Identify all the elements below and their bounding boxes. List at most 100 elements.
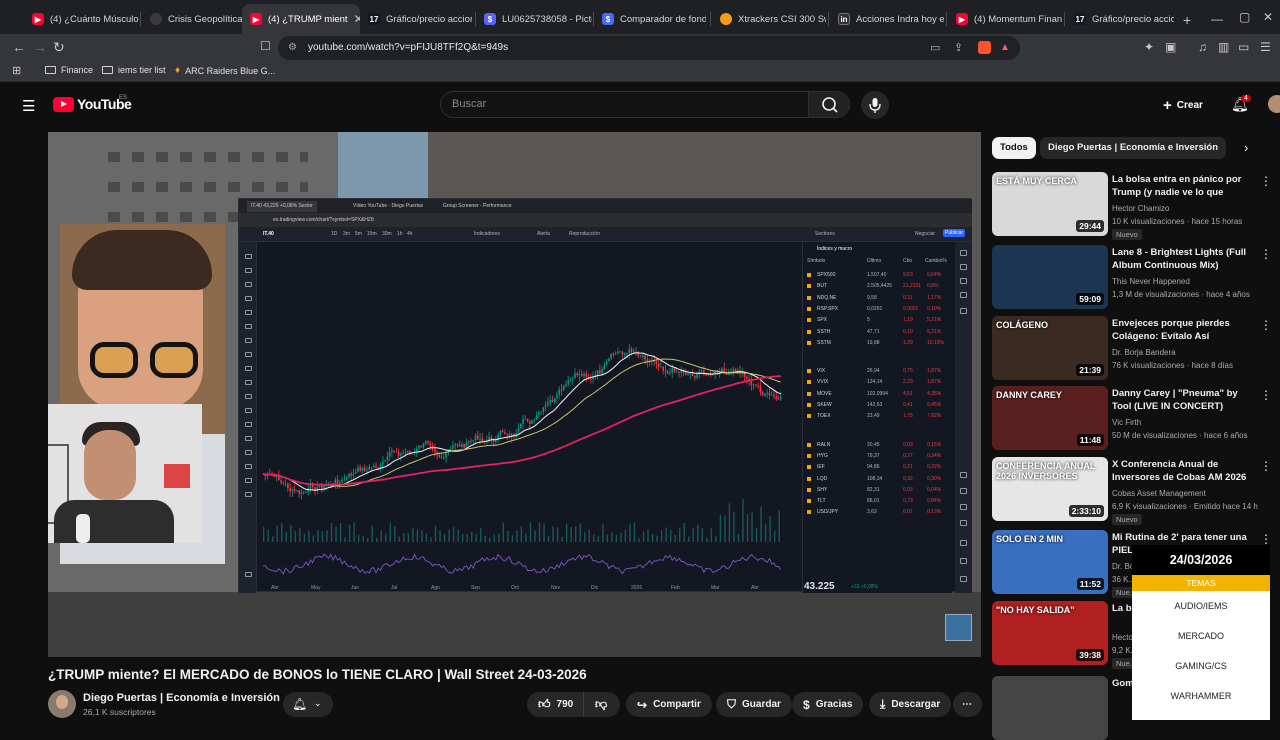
save-button[interactable]: ⛉ Guardar [716, 692, 792, 717]
like-button[interactable]: 👍︎ 790 [527, 692, 584, 717]
video-thumbnail[interactable]: CONFERENCIA ANUAL 2026 INVERSORES 2:33:10 [992, 457, 1108, 521]
browser-tab[interactable]: $ Comparador de fondo [594, 4, 706, 34]
bookmark-finance[interactable]: Finance [45, 65, 93, 75]
media-icon[interactable]: ♫ [1198, 40, 1207, 54]
close-window-icon[interactable]: ✕ [1263, 10, 1273, 24]
thanks-button[interactable]: $ Gracias [792, 692, 864, 717]
more-options-icon[interactable]: ⋮ [1260, 532, 1272, 546]
search-input[interactable]: Buscar [440, 91, 809, 118]
hamburger-menu-icon[interactable]: ☰ [22, 97, 35, 115]
tv-change-cell: 1,19 [903, 317, 913, 324]
tv-change-cell: 0,73 [903, 498, 913, 505]
more-options-icon[interactable]: ⋮ [1260, 459, 1272, 473]
chevron-right-icon[interactable]: › [1244, 140, 1248, 155]
search-button[interactable] [808, 91, 850, 118]
more-options-icon[interactable]: ⋮ [1260, 247, 1272, 261]
video-thumbnail[interactable]: "NO HAY SALIDA" 39:38 [992, 601, 1108, 665]
menu-icon[interactable]: ☰ [1260, 40, 1271, 54]
volume-bar [502, 522, 505, 542]
browser-tab[interactable]: Crisis Geopolítica 2026 [142, 4, 242, 34]
forward-icon[interactable]: → [33, 39, 47, 55]
recommended-title[interactable]: La bolsa entra en pánico por Trump (y na… [1112, 173, 1258, 201]
address-bar-row: ← → ↻ ☐ ⚙ youtube.com/watch?v=pFIJU8TFf2… [0, 34, 1280, 61]
browser-tab[interactable]: in Acciones Indra hoy en [830, 4, 944, 34]
new-tab-icon[interactable]: + [1183, 12, 1191, 28]
url-field[interactable]: ⚙ youtube.com/watch?v=pFIJU8TFf2Q&t=949s… [278, 36, 1020, 60]
video-thumbnail[interactable]: SOLO EN 2 MIN 11:52 [992, 530, 1108, 594]
apps-grid-icon[interactable]: ⊞ [12, 64, 21, 77]
browser-tab[interactable]: $ LU0625738058 - Pictet [476, 4, 592, 34]
recommended-video[interactable]: 59:09 Lane 8 - Brightest Lights (Full Alb… [992, 245, 1272, 309]
browser-tab[interactable]: Xtrackers CSI 300 Swa [712, 4, 826, 34]
recommended-title[interactable]: Lane 8 - Brightest Lights (Full Album Co… [1112, 246, 1258, 272]
subscription-bell-button[interactable]: 🔔︎ ⌄ [283, 692, 333, 717]
install-icon[interactable]: ▭ [930, 36, 940, 60]
video-player[interactable]: IT.40 43,225 +0,08% Sector Vídeo YouTube… [48, 132, 981, 657]
extensions-icon[interactable]: ✦ [1144, 40, 1154, 54]
more-actions-button[interactable]: ⋯ [953, 692, 982, 717]
volume-bar [642, 531, 645, 542]
candle-body [544, 405, 547, 408]
more-options-icon[interactable]: ⋮ [1260, 174, 1272, 188]
month-tick-label: Nov [551, 585, 560, 591]
channel-name[interactable]: Diego Puertas | Economía e Inversión [83, 692, 280, 704]
profile-icon[interactable]: ▭ [1238, 40, 1249, 54]
browser-tab-active[interactable]: ▶ (4) ¿TRUMP mient ✕ [242, 4, 360, 34]
candle-body [282, 482, 285, 484]
reload-icon[interactable]: ↻ [53, 39, 65, 56]
bookmark-icon[interactable]: ☐ [260, 39, 271, 53]
back-icon[interactable]: ← [12, 39, 26, 55]
video-thumbnail[interactable] [992, 676, 1108, 740]
recommended-title[interactable]: Envejeces porque pierdes Colágeno: Evíta… [1112, 317, 1258, 343]
recommended-title[interactable]: X Conferencia Anual de Inversores de Cob… [1112, 458, 1258, 484]
recommended-video[interactable]: CONFERENCIA ANUAL 2026 INVERSORES 2:33:10… [992, 457, 1272, 525]
share-button[interactable]: ↪ Compartir [626, 692, 712, 717]
tv-change-cell: 0,0001 [903, 305, 919, 312]
candle-body [535, 414, 538, 420]
browser-tab[interactable]: ▶ (4) Momentum Financ [948, 4, 1062, 34]
share-icon[interactable]: ⇪ [954, 36, 963, 60]
recommended-title[interactable]: Danny Carey | "Pneuma" by Tool (LIVE IN … [1112, 387, 1258, 413]
dislike-button[interactable]: 👎︎ [584, 692, 620, 717]
browser-tab[interactable]: 17 Gráfico/precio accione [1066, 4, 1174, 34]
recommended-channel[interactable]: Vic Firth [1112, 418, 1141, 427]
sidebar-icon[interactable]: ▥ [1218, 40, 1229, 54]
voice-search-button[interactable] [861, 91, 889, 119]
bookmark-iems[interactable]: iems tier list [102, 65, 166, 75]
video-thumbnail[interactable]: COLÁGENO 21:39 [992, 316, 1108, 380]
duration-badge: 21:39 [1076, 364, 1104, 376]
video-thumbnail[interactable]: ESTÁ MUY CERCA 29:44 [992, 172, 1108, 236]
bookmark-arc-raiders[interactable]: ♦ ARC Raiders Blue G... [175, 65, 275, 76]
maximize-icon[interactable]: ▢ [1239, 10, 1250, 24]
brave-shield-icon[interactable] [978, 41, 991, 54]
bookmark-favicon: ♦ [175, 65, 181, 76]
rewards-icon[interactable]: ▲ [1000, 36, 1010, 60]
minimize-icon[interactable]: — [1211, 12, 1223, 26]
recommended-channel[interactable]: Cobas Asset Management [1112, 489, 1206, 498]
chip-all[interactable]: Todos [992, 137, 1036, 159]
channel-avatar[interactable] [48, 690, 76, 718]
wallet-icon[interactable]: ▣ [1165, 40, 1176, 54]
more-options-icon[interactable]: ⋮ [1260, 388, 1272, 402]
browser-tab[interactable]: 17 Gráfico/precio accione [360, 4, 472, 34]
site-info-icon[interactable]: ⚙ [288, 36, 297, 60]
chip-channel[interactable]: Diego Puertas | Economía e Inversión [1040, 137, 1227, 159]
recommended-channel[interactable]: This Never Happened [1112, 277, 1190, 286]
recommended-channel[interactable]: Hector Chamizo [1112, 204, 1169, 213]
recommended-video[interactable]: COLÁGENO 21:39 Envejeces porque pierdes Co… [992, 316, 1272, 380]
user-avatar[interactable] [1268, 95, 1280, 113]
recommended-video[interactable]: DANNY CAREY 11:48 Danny Carey | "Pneuma" b… [992, 386, 1272, 450]
channel-watermark-icon[interactable] [945, 614, 972, 641]
more-options-icon[interactable]: ⋮ [1260, 318, 1272, 332]
video-thumbnail[interactable]: DANNY CAREY 11:48 [992, 386, 1108, 450]
video-thumbnail[interactable]: 59:09 [992, 245, 1108, 309]
download-button[interactable]: ⤓ Descargar [869, 692, 952, 717]
candle-body [506, 433, 508, 435]
create-button[interactable]: + Crear [1163, 97, 1203, 114]
browser-tab[interactable]: ▶ (4) ¿Cuánto Músculo E [24, 4, 142, 34]
recommended-video[interactable]: ESTÁ MUY CERCA 29:44 La bolsa entra en pán… [992, 172, 1272, 240]
recommended-channel[interactable]: Dr. Borja Bandera [1112, 348, 1176, 357]
volume-bar [294, 531, 297, 542]
tv-last-cell: 5 [867, 317, 870, 324]
candle-body [689, 373, 692, 375]
